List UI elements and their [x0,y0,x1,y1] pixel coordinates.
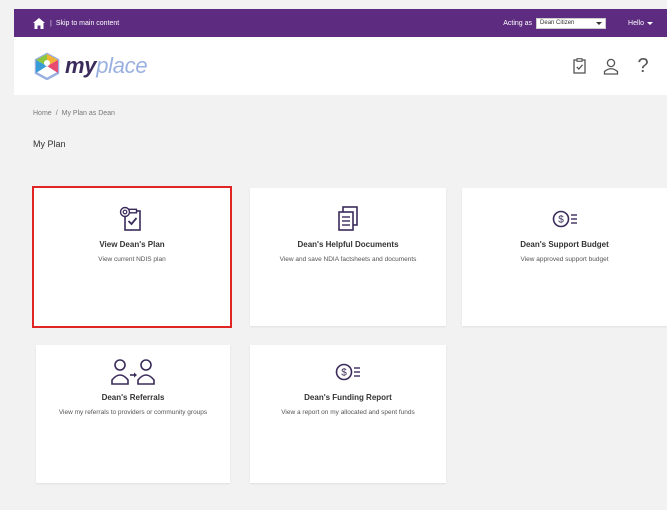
user-menu[interactable]: Hello [628,20,653,27]
tile-view-plan[interactable]: View Dean's Plan View current NDIS plan [32,186,232,328]
tile-description: View approved support budget [520,256,609,263]
tile-description: View and save NDIA factsheets and docume… [279,256,417,263]
clipboard-check-icon[interactable] [571,57,587,75]
breadcrumb-current: My Plan as Dean [61,110,115,117]
logo-text-my: my [65,53,97,78]
referrals-icon [36,359,230,385]
tile-title: Dean's Helpful Documents [297,240,399,249]
site-header: myplace ? [14,37,667,95]
user-profile-icon[interactable] [603,57,619,75]
home-icon[interactable] [33,17,45,29]
tile-description: View a report on my allocated and spent … [281,409,415,416]
logo-mark-icon [34,52,60,80]
topbar-separator: | [50,19,52,27]
tile-title: Dean's Support Budget [520,240,609,249]
breadcrumb: Home / My Plan as Dean [33,110,115,117]
svg-text:$: $ [341,368,347,379]
tile-referrals[interactable]: Dean's Referrals View my referrals to pr… [36,345,230,483]
plan-icon [34,206,230,232]
acting-as-group: Acting as Dean Citizen [503,17,607,29]
breadcrumb-separator: / [55,110,58,117]
tile-helpful-documents[interactable]: Dean's Helpful Documents View and save N… [250,188,446,326]
skip-to-main-content-link[interactable]: Skip to main content [56,20,119,27]
acting-as-label: Acting as [503,19,533,27]
tile-title: View Dean's Plan [99,240,165,249]
page-title: My Plan [33,139,66,149]
tile-support-budget[interactable]: $ Dean's Support Budget View approved su… [462,188,667,326]
logo-text-place: place [96,53,148,78]
tile-funding-report[interactable]: $ Dean's Funding Report View a report on… [250,345,446,483]
acting-as-value: Dean Citizen [540,20,575,26]
header-actions: ? [571,55,651,77]
tile-title: Dean's Funding Report [304,393,392,402]
breadcrumb-home[interactable]: Home [33,110,52,117]
top-bar: | Skip to main content Acting as Dean Ci… [14,9,667,37]
tile-description: View current NDIS plan [98,256,166,263]
main-content: Home / My Plan as Dean My Plan View Dean's… [14,95,667,510]
chevron-down-icon [647,21,653,25]
funding-icon: $ [250,359,446,385]
documents-icon [250,206,446,232]
help-icon[interactable]: ? [635,55,651,77]
acting-as-select[interactable]: Dean Citizen [536,17,607,29]
tile-title: Dean's Referrals [101,393,165,402]
user-menu-label: Hello [628,19,644,27]
myplace-logo[interactable]: myplace [33,52,148,80]
svg-text:$: $ [558,215,564,226]
chevron-down-icon [596,21,603,25]
budget-icon: $ [462,206,667,232]
tile-description: View my referrals to providers or commun… [58,409,208,416]
